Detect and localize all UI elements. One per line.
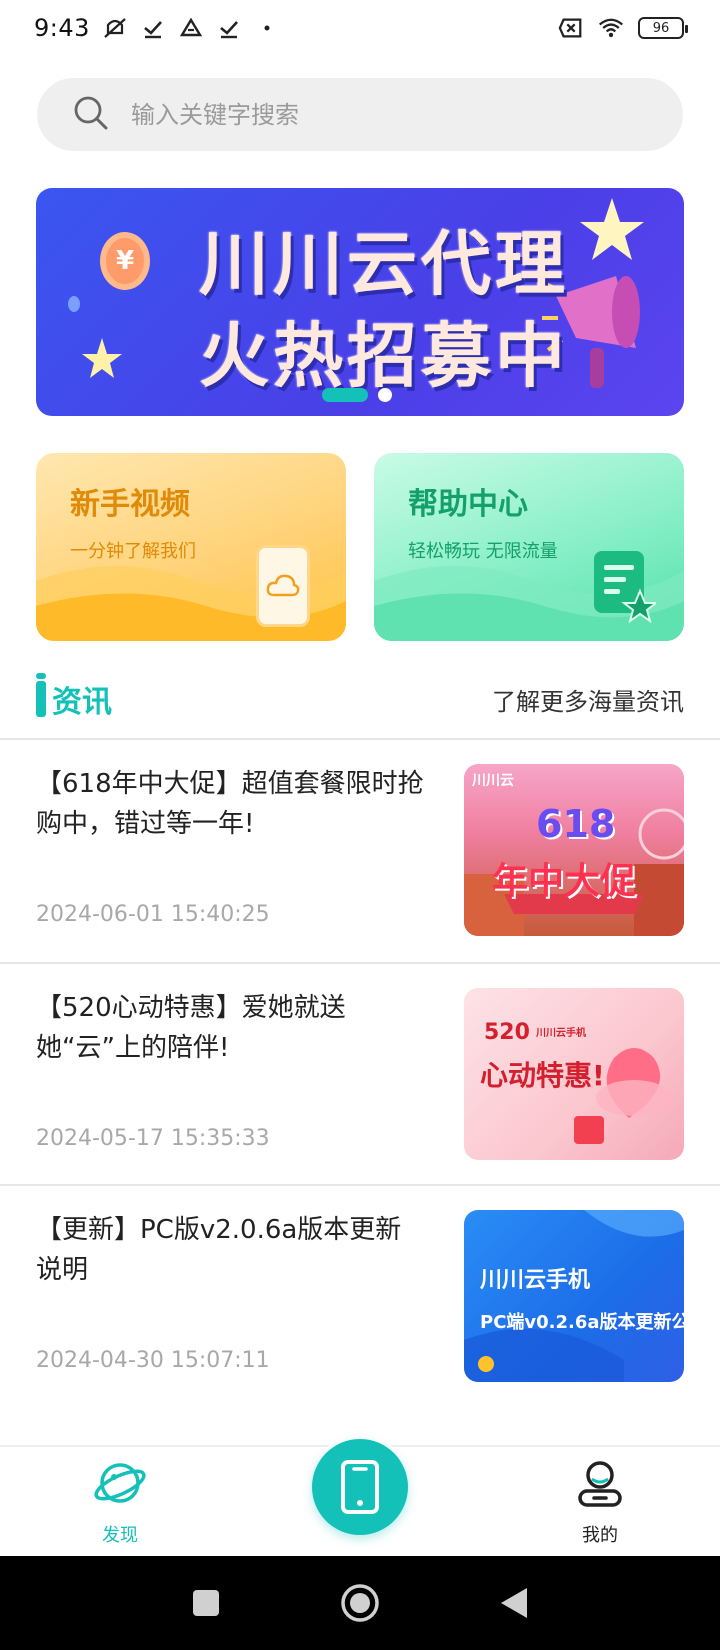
news-item-title: 【520心动特惠】爱她就送她“云”上的陪伴! bbox=[36, 993, 346, 1063]
thumb-headline: 川川云手机 bbox=[480, 1268, 591, 1293]
back-triangle-icon bbox=[501, 1588, 527, 1618]
news-item[interactable]: 【520心动特惠】爱她就送她“云”上的陪伴! 2024-05-17 15:35:… bbox=[0, 964, 720, 1186]
news-item-thumbnail: 520 川川云手机 心动特惠! bbox=[464, 988, 684, 1160]
news-item-thumbnail: 川川云手机 PC端v0.2.6a版本更新公告 bbox=[464, 1210, 684, 1382]
bottom-nav: 发现 我的 bbox=[0, 1435, 720, 1556]
nav-cloud-phone-button[interactable] bbox=[308, 1435, 412, 1539]
news-title-wrap: 资讯 bbox=[36, 673, 112, 721]
search-icon bbox=[73, 95, 109, 135]
news-item[interactable]: 【618年中大促】超值套餐限时抢购中，错过等一年! 2024-06-01 15:… bbox=[0, 740, 720, 962]
nav-mine-label: 我的 bbox=[582, 1525, 618, 1546]
status-bar: 9:43 96 bbox=[0, 0, 720, 56]
news-item-title: 【更新】PC版v2.0.6a版本更新说明 bbox=[36, 1215, 402, 1285]
status-time: 9:43 bbox=[34, 14, 90, 42]
thumb-headline: 520 bbox=[484, 1020, 530, 1045]
thumb-brand: 川川云 bbox=[472, 773, 514, 789]
yen-coin-icon: ¥ bbox=[100, 232, 150, 290]
drive-icon bbox=[178, 15, 204, 41]
carousel-dot[interactable] bbox=[378, 388, 392, 402]
news-header: 资讯 了解更多海量资讯 bbox=[36, 673, 684, 724]
back-button[interactable] bbox=[492, 1581, 536, 1625]
nav-discover-label: 发现 bbox=[102, 1525, 138, 1546]
cloud-phone-button-inner bbox=[312, 1439, 408, 1535]
help-center-card[interactable]: 帮助中心 轻松畅玩 无限流量 bbox=[374, 453, 684, 641]
profile-icon bbox=[578, 1461, 622, 1507]
thumb-subheadline: PC端v0.2.6a版本更新公告 bbox=[480, 1312, 684, 1333]
mute-icon bbox=[102, 15, 128, 41]
planet-icon bbox=[94, 1463, 146, 1503]
news-more-link[interactable]: 了解更多海量资讯 bbox=[492, 682, 684, 717]
carousel-dot-active[interactable] bbox=[322, 388, 368, 402]
battery-icon: 96 bbox=[638, 17, 688, 39]
news-item-date: 2024-04-30 15:07:11 bbox=[36, 1348, 270, 1373]
thumb-brand: 川川云手机 bbox=[536, 1028, 586, 1039]
dot-icon bbox=[254, 15, 280, 41]
carousel-indicator bbox=[322, 388, 392, 402]
status-right: 96 bbox=[558, 15, 688, 41]
thumb-decoration bbox=[464, 1210, 684, 1382]
news-accent-bar bbox=[36, 673, 46, 717]
search-bar[interactable] bbox=[37, 78, 683, 151]
news-title: 资讯 bbox=[52, 685, 112, 720]
banner-bubble bbox=[68, 296, 80, 312]
check-icon bbox=[216, 15, 242, 41]
news-item[interactable]: 【更新】PC版v2.0.6a版本更新说明 2024-04-30 15:07:11… bbox=[0, 1186, 720, 1408]
thumb-subheadline: 年中大促 bbox=[492, 861, 637, 902]
promo-banner[interactable]: ¥ 川川云代理 火热招募中 bbox=[36, 188, 684, 416]
news-item-thumbnail: 川川云 618 年中大促 bbox=[464, 764, 684, 936]
sim-off-icon bbox=[558, 15, 584, 41]
thumb-headline: 618 bbox=[536, 802, 616, 846]
home-button[interactable] bbox=[338, 1581, 382, 1625]
news-item-date: 2024-05-17 15:35:33 bbox=[36, 1126, 270, 1151]
news-item-title: 【618年中大促】超值套餐限时抢购中，错过等一年! bbox=[36, 769, 424, 839]
card-title: 帮助中心 bbox=[408, 487, 528, 522]
newbie-video-card[interactable]: 新手视频 一分钟了解我们 bbox=[36, 453, 346, 641]
banner-title-line2: 火热招募中 bbox=[199, 315, 569, 397]
document-star-icon bbox=[594, 551, 656, 623]
news-item-date: 2024-06-01 15:40:25 bbox=[36, 902, 270, 927]
home-circle-icon bbox=[341, 1584, 379, 1622]
thumb-subheadline: 心动特惠! bbox=[480, 1059, 605, 1092]
check-icon bbox=[140, 15, 166, 41]
wifi-icon bbox=[598, 15, 624, 41]
nav-mine[interactable]: 我的 bbox=[540, 1455, 660, 1547]
card-title: 新手视频 bbox=[70, 487, 190, 522]
square-icon bbox=[193, 1590, 219, 1616]
recent-apps-button[interactable] bbox=[184, 1581, 228, 1625]
nav-discover[interactable]: 发现 bbox=[60, 1455, 180, 1547]
search-input[interactable] bbox=[131, 100, 591, 129]
status-left: 9:43 bbox=[34, 14, 280, 42]
banner-title-line1: 川川云代理 bbox=[199, 223, 569, 305]
phone-cloud-icon bbox=[256, 545, 310, 627]
phone-icon bbox=[341, 1460, 379, 1514]
system-nav-bar bbox=[0, 1556, 720, 1650]
